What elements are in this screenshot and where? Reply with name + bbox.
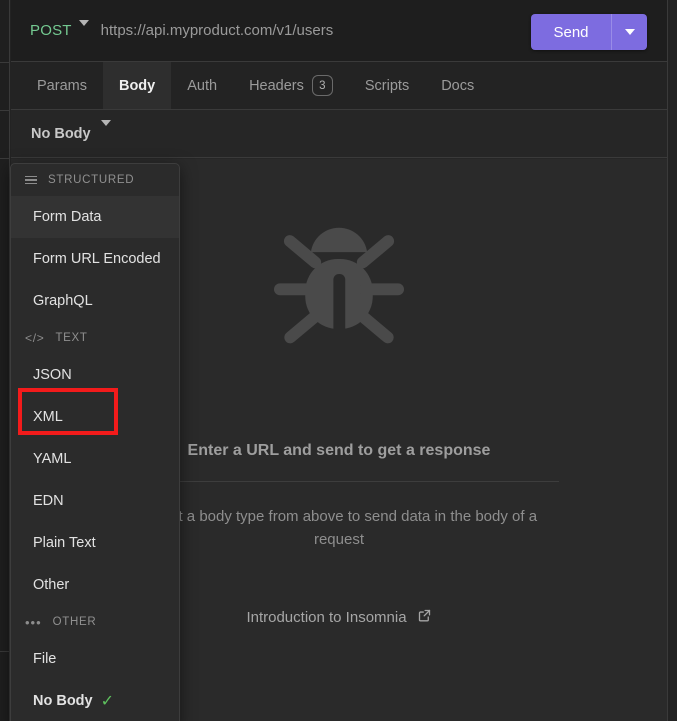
menu-section-label: STRUCTURED (48, 174, 135, 186)
menu-item-label: Other (33, 577, 70, 593)
menu-item-other[interactable]: Other (11, 564, 179, 606)
menu-section-header-text: </> TEXT (11, 322, 179, 354)
menu-item-label: YAML (33, 451, 72, 467)
menu-item-graphql[interactable]: GraphQL (11, 280, 179, 322)
menu-item-no-body[interactable]: No Body ✓ (11, 680, 179, 721)
tab-docs[interactable]: Docs (425, 62, 490, 109)
menu-item-label: Plain Text (33, 535, 96, 551)
left-rail (0, 0, 10, 721)
menu-item-label: File (33, 651, 57, 667)
send-button-group: Send (531, 14, 647, 50)
empty-state-title: Enter a URL and send to get a response (187, 442, 491, 459)
bug-icon (264, 214, 414, 369)
headers-count-badge: 3 (311, 75, 333, 96)
check-icon: ✓ (100, 693, 115, 710)
body-type-label: No Body (31, 125, 91, 142)
tab-params[interactable]: Params (21, 62, 103, 109)
url-input[interactable]: https://api.myproduct.com/v1/users (101, 22, 334, 39)
divider (119, 481, 559, 482)
tab-label: Scripts (364, 77, 410, 94)
right-rail (667, 0, 677, 721)
menu-item-edn[interactable]: EDN (11, 480, 179, 522)
chevron-down-icon (100, 119, 111, 142)
code-icon: </> (25, 331, 45, 345)
menu-item-label: GraphQL (33, 293, 93, 309)
tab-body[interactable]: Body (102, 62, 172, 109)
menu-item-yaml[interactable]: YAML (11, 438, 179, 480)
tab-label: Auth (187, 77, 218, 94)
url-bar: POST https://api.myproduct.com/v1/users … (11, 0, 667, 62)
menu-item-label: Form Data (33, 209, 102, 225)
menu-item-xml[interactable]: XML (11, 396, 179, 438)
menu-item-label: XML (33, 409, 63, 425)
menu-item-plain-text[interactable]: Plain Text (11, 522, 179, 564)
menu-item-label: No Body (33, 693, 93, 709)
menu-item-label: JSON (33, 367, 72, 383)
tab-label: Headers (249, 77, 304, 94)
menu-item-file[interactable]: File (11, 638, 179, 680)
external-link-icon (417, 608, 432, 627)
request-tab-bar: Params Body Auth Headers 3 Scripts Docs (11, 62, 667, 110)
hamburger-icon (25, 175, 37, 185)
introduction-link-label: Introduction to Insomnia (246, 609, 407, 626)
menu-item-form-data[interactable]: Form Data (11, 196, 179, 238)
send-options-chevron-down-icon[interactable] (611, 14, 647, 50)
empty-state-subtitle: Select a body type from above to send da… (140, 508, 538, 548)
insomnia-request-pane: POST https://api.myproduct.com/v1/users … (0, 0, 677, 721)
http-method-label[interactable]: POST (30, 22, 72, 39)
tab-scripts[interactable]: Scripts (349, 62, 425, 109)
ellipsis-icon: ••• (25, 614, 42, 630)
menu-section-header-other: ••• OTHER (11, 606, 179, 638)
menu-item-label: Form URL Encoded (33, 251, 161, 267)
menu-section-label: OTHER (52, 616, 97, 628)
tab-label: Docs (441, 77, 475, 94)
menu-item-form-url-encoded[interactable]: Form URL Encoded (11, 238, 179, 280)
menu-section-header-structured: STRUCTURED (11, 164, 179, 196)
body-type-bar: No Body (11, 110, 667, 158)
tab-label: Body (118, 77, 156, 94)
body-type-dropdown-button[interactable]: No Body (31, 119, 111, 142)
send-button[interactable]: Send (531, 14, 611, 50)
introduction-link[interactable]: Introduction to Insomnia (246, 608, 431, 627)
tab-auth[interactable]: Auth (171, 62, 233, 109)
menu-item-json[interactable]: JSON (11, 354, 179, 396)
menu-section-label: TEXT (55, 332, 88, 344)
tab-label: Params (37, 77, 87, 94)
menu-item-label: EDN (33, 493, 64, 509)
tab-headers[interactable]: Headers 3 (233, 62, 349, 109)
body-type-dropdown-menu: STRUCTURED Form Data Form URL Encoded Gr… (10, 163, 180, 721)
chevron-down-icon[interactable] (78, 20, 89, 36)
